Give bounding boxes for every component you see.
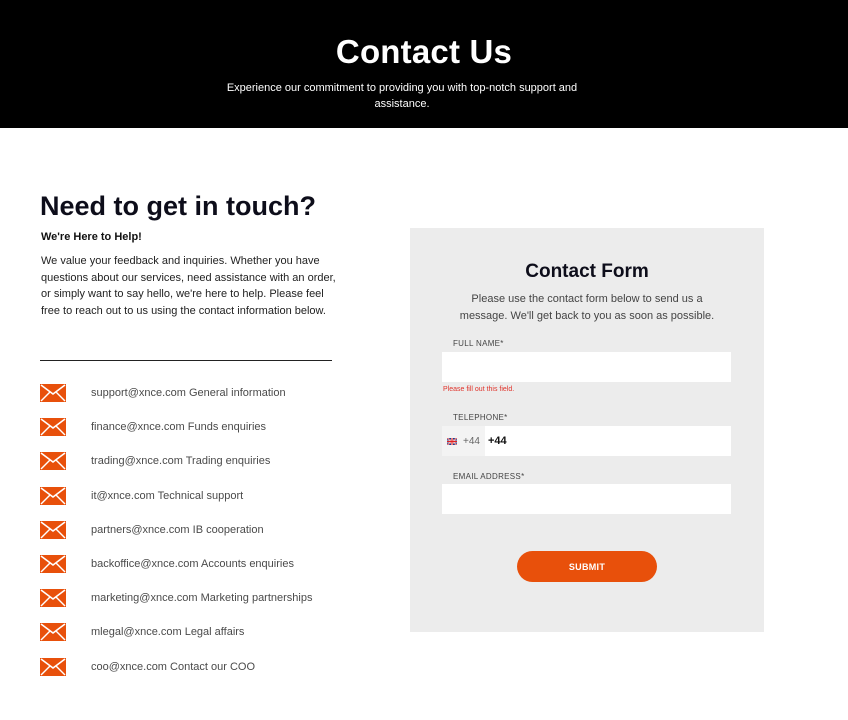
contact-item: it@xnce.com Technical support (40, 479, 370, 513)
contact-item: mlegal@xnce.com Legal affairs (40, 615, 370, 649)
contact-item: support@xnce.com General information (40, 376, 370, 410)
uk-flag-icon (447, 437, 457, 445)
full-name-input[interactable] (442, 352, 731, 382)
contact-form: Contact Form Please use the contact form… (410, 228, 764, 632)
contact-item: trading@xnce.com Trading enquiries (40, 444, 370, 478)
contact-email-link[interactable]: coo@xnce.com Contact our COO (91, 661, 255, 673)
mail-icon (40, 555, 66, 574)
section-subheading: We're Here to Help! (41, 231, 142, 243)
mail-icon (40, 657, 66, 676)
mail-icon (40, 623, 66, 642)
hero-banner: Contact Us Experience our commitment to … (0, 0, 848, 128)
contact-item: finance@xnce.com Funds enquiries (40, 410, 370, 444)
contact-item: marketing@xnce.com Marketing partnership… (40, 581, 370, 615)
contact-email-link[interactable]: trading@xnce.com Trading enquiries (91, 455, 270, 467)
contact-item: partners@xnce.com IB cooperation (40, 513, 370, 547)
mail-icon (40, 520, 66, 539)
contact-email-link[interactable]: backoffice@xnce.com Accounts enquiries (91, 558, 294, 570)
submit-button[interactable]: SUBMIT (517, 551, 657, 582)
contact-email-link[interactable]: it@xnce.com Technical support (91, 490, 243, 502)
contact-email-link[interactable]: finance@xnce.com Funds enquiries (91, 421, 266, 433)
contact-list: support@xnce.com General information fin… (40, 376, 370, 684)
contact-email-link[interactable]: partners@xnce.com IB cooperation (91, 524, 264, 536)
telephone-label: TELEPHONE* (453, 413, 508, 422)
telephone-value[interactable]: +44 (488, 426, 507, 456)
full-name-error: Please fill out this field. (443, 386, 515, 393)
contact-email-link[interactable]: support@xnce.com General information (91, 387, 286, 399)
email-label: EMAIL ADDRESS* (453, 472, 525, 481)
mail-icon (40, 418, 66, 437)
mail-icon (40, 486, 66, 505)
email-input[interactable] (442, 484, 731, 514)
contact-email-link[interactable]: marketing@xnce.com Marketing partnership… (91, 592, 312, 604)
mail-icon (40, 589, 66, 608)
hero-subtitle: Experience our commitment to providing y… (226, 82, 578, 110)
dial-code: +44 (463, 435, 480, 447)
section-description: We value your feedback and inquiries. Wh… (41, 255, 336, 317)
form-description: Please use the contact form below to sen… (459, 293, 715, 322)
country-code-selector[interactable]: +44 (442, 426, 485, 456)
contact-item: coo@xnce.com Contact our COO (40, 650, 370, 684)
page-title: Contact Us (335, 33, 513, 70)
divider (40, 360, 332, 361)
mail-icon (40, 384, 66, 403)
contact-item: backoffice@xnce.com Accounts enquiries (40, 547, 370, 581)
mail-icon (40, 452, 66, 471)
form-title: Contact Form (525, 261, 649, 282)
telephone-input[interactable]: +44 +44 (442, 426, 731, 456)
section-heading: Need to get in touch? (40, 191, 316, 221)
full-name-label: FULL NAME* (453, 339, 504, 348)
contact-email-link[interactable]: mlegal@xnce.com Legal affairs (91, 626, 244, 638)
